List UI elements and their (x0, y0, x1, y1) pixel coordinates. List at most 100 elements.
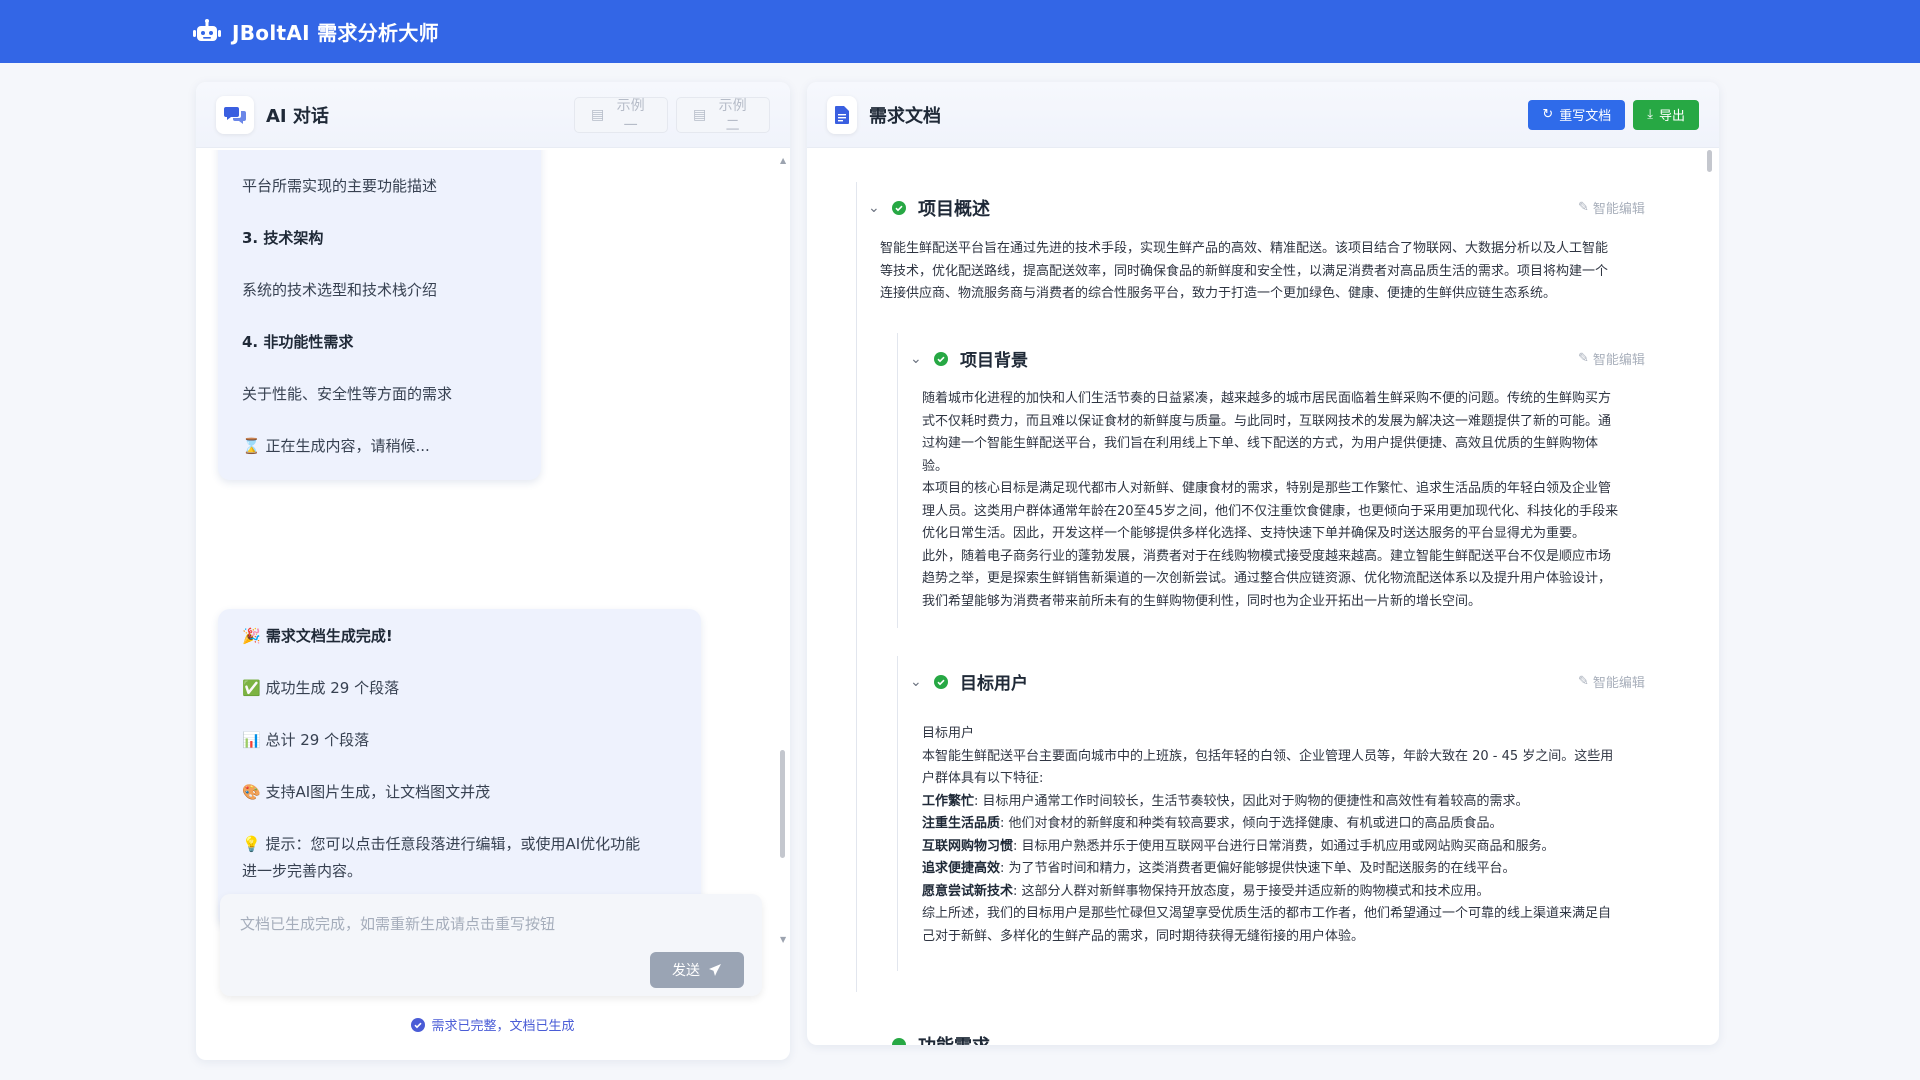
rewrite-document-button[interactable]: ↻ 重写文档 (1528, 100, 1625, 130)
paragraph-line: 我们希望能够为消费者带来前所未有的生鲜购物便利性，同时也为企业开拓出一片新的增长… (922, 591, 1682, 614)
target-users-paragraph[interactable]: 目标用户 本智能生鲜配送平台主要面向城市中的上班族，包括年轻的白领、企业管理人员… (922, 723, 1682, 948)
feature-label: 愿意尝试新技术 (922, 884, 1013, 899)
paragraph-line: 随着城市化进程的加快和人们生活节奏的日益紧凑，越来越多的城市居民面临着生鲜采购不… (922, 388, 1682, 411)
paragraph-line: 本项目的核心目标是满足现代都市人对新鲜、健康食材的需求，特别是那些工作繁忙、追求… (922, 478, 1682, 501)
message-line: 关于性能、安全性等方面的需求 (242, 381, 452, 408)
paragraph-line: 式不仅耗时费力，而且难以保证食材的新鲜度与质量。与此同时，互联网技术的发展为解决… (922, 411, 1682, 434)
smart-edit-button[interactable]: ✎ 智能编辑 (1578, 349, 1645, 368)
feature-line: 愿意尝试新技术: 这部分人群对新鲜事物保持开放态度，易于接受并适应新的购物模式和… (922, 881, 1682, 904)
check-circle-icon (892, 1038, 906, 1045)
example-one-button[interactable]: ▤ 示例一 (574, 97, 668, 133)
paragraph-line: 本智能生鲜配送平台主要面向城市中的上班族，包括年轻的白领、企业管理人员等，年龄大… (922, 746, 1682, 769)
chat-scrollbar-thumb[interactable] (780, 750, 785, 858)
document-panel-title: 需求文档 (869, 102, 941, 128)
example-two-button[interactable]: ▤ 示例二 (676, 97, 770, 133)
section-title: 项目概述 (918, 195, 990, 221)
paper-plane-icon (708, 963, 722, 977)
feature-text: : 目标用户通常工作时间较长，生活节奏较快，因此对于购物的便捷性和高效性有着较高… (974, 794, 1529, 809)
chevron-down-icon[interactable]: ⌄ (868, 1037, 882, 1045)
smart-edit-label: 智能编辑 (1593, 349, 1645, 368)
message-line: ✅ 成功生成 29 个段落 (242, 675, 399, 702)
send-button[interactable]: 发送 (650, 952, 744, 988)
paragraph-line: 等技术，优化配送路线，提高配送效率，同时确保食品的新鲜度和安全性，以满足消费者对… (880, 261, 1680, 284)
paragraph-line: 过构建一个智能生鲜配送平台，我们旨在利用线上下单、线下配送的方式，为用户提供便捷… (922, 433, 1682, 456)
document-scrollbar-thumb[interactable] (1707, 150, 1712, 172)
chat-input-box[interactable]: 文档已生成完成，如需重新生成请点击重写按钮 发送 (220, 894, 762, 996)
paragraph-line: 此外，随着电子商务行业的蓬勃发展，消费者对于在线购物模式接受度越来越高。建立智能… (922, 546, 1682, 569)
paragraph-line: 综上所述，我们的目标用户是那些忙碌但又渴望享受优质生活的都市工作者，他们希望通过… (922, 903, 1682, 926)
chat-message-bubble: 平台所需实现的主要功能描述 3. 技术架构 系统的技术选型和技术栈介绍 4. 非… (218, 150, 541, 480)
check-circle-icon (934, 352, 948, 366)
document-icon: ▤ (693, 107, 706, 123)
section-target-users-header[interactable]: ⌄ 目标用户 (910, 669, 1028, 694)
paragraph-line: 优化日常生活。因此，开发这样一个能够提供多样化选择、支持快速下单并确保及时送达服… (922, 523, 1682, 546)
refresh-icon: ↻ (1542, 107, 1553, 122)
feature-line: 互联网购物习惯: 目标用户熟悉并乐于使用互联网平台进行日常消费，如通过手机应用或… (922, 836, 1682, 859)
paragraph-line: 户群体具有以下特征: (922, 768, 1682, 791)
rewrite-label: 重写文档 (1559, 105, 1611, 124)
chat-input-placeholder[interactable]: 文档已生成完成，如需重新生成请点击重写按钮 (240, 913, 555, 934)
feature-label: 工作繁忙 (922, 794, 974, 809)
section-overview-header[interactable]: ⌄ 项目概述 (868, 195, 990, 221)
paragraph-line: 连接供应商、物流服务商与消费者的综合性服务平台，致力于打造一个更加绿色、健康、便… (880, 283, 1680, 306)
feature-text: : 这部分人群对新鲜事物保持开放态度，易于接受并适应新的购物模式和技术应用。 (1013, 884, 1490, 899)
smart-edit-label: 智能编辑 (1593, 198, 1645, 217)
feature-line: 工作繁忙: 目标用户通常工作时间较长，生活节奏较快，因此对于购物的便捷性和高效性… (922, 791, 1682, 814)
export-label: 导出 (1659, 105, 1685, 124)
feature-line: 追求便捷高效: 为了节省时间和精力，这类消费者更偏好能够提供快速下单、及时配送服… (922, 858, 1682, 881)
top-bar: JBoltAI 需求分析大师 (0, 0, 1920, 63)
edit-icon: ✎ (1578, 674, 1589, 689)
chevron-down-icon[interactable]: ⌄ (910, 351, 924, 367)
feature-text: : 为了节省时间和精力，这类消费者更偏好能够提供快速下单、及时配送服务的在线平台… (1000, 861, 1516, 876)
status-text: 需求已完整，文档已生成 (431, 1015, 574, 1034)
outline-rule (897, 656, 898, 971)
message-line: 平台所需实现的主要功能描述 (242, 173, 437, 200)
smart-edit-button[interactable]: ✎ 智能编辑 (1578, 672, 1645, 691)
paragraph-line: 目标用户 (922, 723, 1682, 746)
paragraph-line: 趋势之举，更是探索生鲜销售新渠道的一次创新尝试。通过整合供应链资源、优化物流配送… (922, 568, 1682, 591)
smart-edit-label: 智能编辑 (1593, 672, 1645, 691)
feature-label: 互联网购物习惯 (922, 839, 1013, 854)
document-content[interactable]: ⌄ 项目概述 ✎ 智能编辑 智能生鲜配送平台旨在通过先进的技术手段，实现生鲜产品… (807, 148, 1719, 1045)
check-circle-icon (934, 675, 948, 689)
overview-paragraph[interactable]: 智能生鲜配送平台旨在通过先进的技术手段，实现生鲜产品的高效、精准配送。该项目结合… (880, 238, 1680, 306)
export-button[interactable]: ⤓ 导出 (1633, 100, 1699, 130)
paragraph-line: 验。 (922, 456, 1682, 479)
paragraph-line: 智能生鲜配送平台旨在通过先进的技术手段，实现生鲜产品的高效、精准配送。该项目结合… (880, 238, 1680, 261)
section-title: 项目背景 (960, 346, 1028, 371)
message-line: 进一步完善内容。 (242, 858, 362, 885)
robot-logo-icon (192, 17, 222, 47)
document-file-icon (827, 96, 857, 134)
message-line: ⌛ 正在生成内容，请稍候... (242, 433, 430, 460)
chevron-down-icon[interactable]: ⌄ (868, 200, 882, 216)
scroll-down-icon[interactable]: ▼ (780, 935, 786, 944)
feature-label: 注重生活品质 (922, 816, 1000, 831)
example-two-label: 示例二 (712, 95, 753, 135)
message-line: 系统的技术选型和技术栈介绍 (242, 277, 437, 304)
scroll-up-icon[interactable]: ▲ (780, 156, 786, 165)
app-title: JBoltAI 需求分析大师 (232, 17, 439, 46)
document-scrollbar[interactable] (1707, 150, 1713, 950)
chat-panel-header: AI 对话 ▤ 示例一 ▤ 示例二 (196, 82, 790, 148)
status-line: 需求已完整，文档已生成 (196, 1015, 790, 1034)
send-label: 发送 (672, 960, 700, 980)
section-background-header[interactable]: ⌄ 项目背景 (910, 346, 1028, 371)
smart-edit-button[interactable]: ✎ 智能编辑 (1578, 198, 1645, 217)
check-circle-icon (411, 1018, 425, 1032)
message-heading: 🎉 需求文档生成完成! (242, 623, 393, 650)
chevron-down-icon[interactable]: ⌄ (910, 674, 924, 690)
feature-label: 追求便捷高效 (922, 861, 1000, 876)
message-line: 💡 提示：您可以点击任意段落进行编辑，或使用AI优化功能 (242, 831, 640, 858)
chat-message-bubble: 🎉 需求文档生成完成! ✅ 成功生成 29 个段落 📊 总计 29 个段落 🎨 … (218, 609, 701, 927)
chat-messages[interactable]: 平台所需实现的主要功能描述 3. 技术架构 系统的技术选型和技术栈介绍 4. 非… (196, 150, 790, 950)
example-one-label: 示例一 (610, 95, 651, 135)
edit-icon: ✎ (1578, 200, 1589, 215)
chat-panel: AI 对话 ▤ 示例一 ▤ 示例二 平台所需实现的主要功能描述 3. 技术架构 … (196, 82, 790, 1060)
section-functional-header[interactable]: ⌄ 功能需求 (868, 1032, 990, 1045)
message-heading: 4. 非功能性需求 (242, 329, 353, 356)
outline-rule (897, 333, 898, 628)
document-panel: 需求文档 ↻ 重写文档 ⤓ 导出 ⌄ 项目概述 ✎ 智能编辑 智能生 (807, 82, 1719, 1045)
background-paragraph[interactable]: 随着城市化进程的加快和人们生活节奏的日益紧凑，越来越多的城市居民面临着生鲜采购不… (922, 388, 1682, 613)
chat-panel-title: AI 对话 (266, 102, 329, 128)
chat-scrollbar[interactable]: ▲ ▼ (780, 156, 786, 944)
